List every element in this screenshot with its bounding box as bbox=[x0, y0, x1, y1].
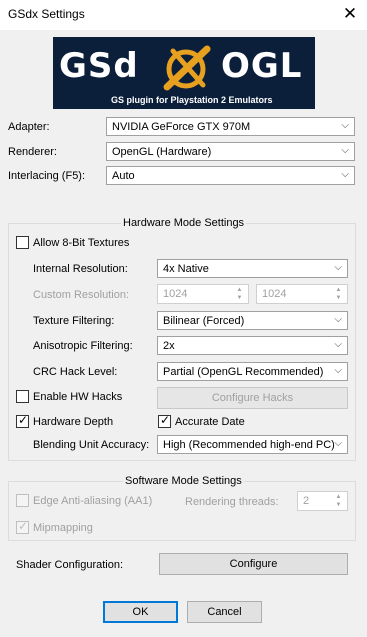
ok-button[interactable]: OK bbox=[103, 601, 178, 623]
accurate-date-checkbox[interactable]: ✓ bbox=[158, 413, 171, 428]
check-icon: ✓ bbox=[18, 413, 29, 427]
crc-hack-label: CRC Hack Level: bbox=[33, 366, 118, 378]
rendering-threads-spinner[interactable]: 2 ▲ ▼ bbox=[297, 491, 348, 511]
blending-accuracy-label: Blending Unit Accuracy: bbox=[33, 439, 150, 451]
logo-left-text: GSd bbox=[59, 46, 139, 86]
spinner-up-icon[interactable]: ▲ bbox=[336, 287, 342, 293]
hardware-mode-title: Hardware Mode Settings bbox=[121, 217, 247, 229]
chevron-down-icon: ⌵ bbox=[334, 438, 342, 449]
gsdx-logo: GSd OGL GS plugin for Playstation 2 Emul… bbox=[53, 37, 315, 109]
allow-8bit-checkbox[interactable] bbox=[16, 236, 29, 249]
configure-shader-button[interactable]: Configure bbox=[159, 553, 348, 575]
shader-configuration-label: Shader Configuration: bbox=[16, 559, 124, 571]
chevron-down-icon: ⌵ bbox=[341, 145, 349, 156]
anisotropic-filtering-select[interactable]: 2x ⌵ bbox=[157, 336, 348, 355]
spinner-up-icon[interactable]: ▲ bbox=[336, 494, 342, 500]
internal-resolution-value: 4x Native bbox=[163, 263, 209, 275]
custom-width-value: 1024 bbox=[163, 288, 188, 300]
texture-filtering-value: Bilinear (Forced) bbox=[163, 315, 245, 327]
chevron-down-icon: ⌵ bbox=[334, 339, 342, 350]
logo-emblem-icon bbox=[163, 45, 211, 91]
chevron-down-icon: ⌵ bbox=[341, 169, 349, 180]
enable-hw-hacks-label: Enable HW Hacks bbox=[33, 391, 123, 403]
renderer-label: Renderer: bbox=[8, 146, 57, 158]
hardware-depth-checkbox[interactable]: ✓ bbox=[16, 413, 29, 428]
check-icon: ✓ bbox=[18, 519, 29, 533]
texture-filtering-select[interactable]: Bilinear (Forced) ⌵ bbox=[157, 311, 348, 330]
chevron-down-icon: ⌵ bbox=[334, 262, 342, 273]
crc-hack-value: Partial (OpenGL Recommended) bbox=[163, 366, 324, 378]
renderer-select[interactable]: OpenGL (Hardware) ⌵ bbox=[106, 142, 355, 161]
edge-aa-checkbox[interactable] bbox=[16, 494, 29, 507]
blending-accuracy-select[interactable]: High (Recommended high-end PC) ⌵ bbox=[157, 435, 348, 454]
spinner-up-icon[interactable]: ▲ bbox=[237, 287, 243, 293]
texture-filtering-label: Texture Filtering: bbox=[33, 315, 115, 327]
check-icon: ✓ bbox=[160, 413, 171, 427]
custom-resolution-label: Custom Resolution: bbox=[33, 289, 129, 301]
cancel-button[interactable]: Cancel bbox=[187, 601, 262, 623]
logo-right-text: OGL bbox=[221, 46, 303, 86]
mipmapping-checkbox[interactable]: ✓ bbox=[16, 519, 29, 534]
accurate-date-label: Accurate Date bbox=[175, 416, 245, 428]
renderer-value: OpenGL (Hardware) bbox=[112, 146, 212, 158]
custom-resolution-height[interactable]: 1024 ▲ ▼ bbox=[256, 284, 348, 304]
chevron-down-icon: ⌵ bbox=[334, 365, 342, 376]
chevron-down-icon: ⌵ bbox=[334, 314, 342, 325]
crc-hack-select[interactable]: Partial (OpenGL Recommended) ⌵ bbox=[157, 362, 348, 381]
spinner-arrows-icon[interactable]: ▲ ▼ bbox=[332, 493, 345, 509]
logo-subtitle: GS plugin for Playstation 2 Emulators bbox=[111, 95, 273, 105]
chevron-down-icon: ⌵ bbox=[341, 120, 349, 131]
custom-height-value: 1024 bbox=[262, 288, 287, 300]
window-title: GSdx Settings bbox=[8, 7, 85, 21]
allow-8bit-label: Allow 8-Bit Textures bbox=[33, 237, 130, 249]
custom-resolution-width[interactable]: 1024 ▲ ▼ bbox=[157, 284, 249, 304]
anisotropic-filtering-value: 2x bbox=[163, 340, 175, 352]
edge-aa-label: Edge Anti-aliasing (AA1) bbox=[33, 495, 153, 507]
spinner-arrows-icon[interactable]: ▲ ▼ bbox=[332, 286, 345, 302]
anisotropic-filtering-label: Anisotropic Filtering: bbox=[33, 340, 133, 352]
enable-hw-hacks-checkbox[interactable] bbox=[16, 390, 29, 403]
adapter-value: NVIDIA GeForce GTX 970M bbox=[112, 121, 251, 133]
spinner-down-icon[interactable]: ▼ bbox=[336, 295, 342, 301]
spinner-down-icon[interactable]: ▼ bbox=[237, 295, 243, 301]
mipmapping-label: Mipmapping bbox=[33, 522, 93, 534]
configure-hacks-button[interactable]: Configure Hacks bbox=[157, 387, 348, 409]
blending-accuracy-value: High (Recommended high-end PC) bbox=[163, 439, 335, 451]
close-icon[interactable]: ✕ bbox=[338, 3, 362, 25]
spinner-arrows-icon[interactable]: ▲ ▼ bbox=[233, 286, 246, 302]
internal-resolution-select[interactable]: 4x Native ⌵ bbox=[157, 259, 348, 278]
interlacing-label: Interlacing (F5): bbox=[8, 170, 86, 182]
internal-resolution-label: Internal Resolution: bbox=[33, 263, 128, 275]
rendering-threads-label: Rendering threads: bbox=[185, 496, 279, 508]
hardware-depth-label: Hardware Depth bbox=[33, 416, 114, 428]
interlacing-value: Auto bbox=[112, 170, 135, 182]
rendering-threads-value: 2 bbox=[303, 495, 310, 507]
spinner-down-icon[interactable]: ▼ bbox=[336, 502, 342, 508]
software-mode-title: Software Mode Settings bbox=[123, 475, 244, 487]
adapter-label: Adapter: bbox=[8, 121, 50, 133]
interlacing-select[interactable]: Auto ⌵ bbox=[106, 166, 355, 185]
adapter-select[interactable]: NVIDIA GeForce GTX 970M ⌵ bbox=[106, 117, 355, 136]
